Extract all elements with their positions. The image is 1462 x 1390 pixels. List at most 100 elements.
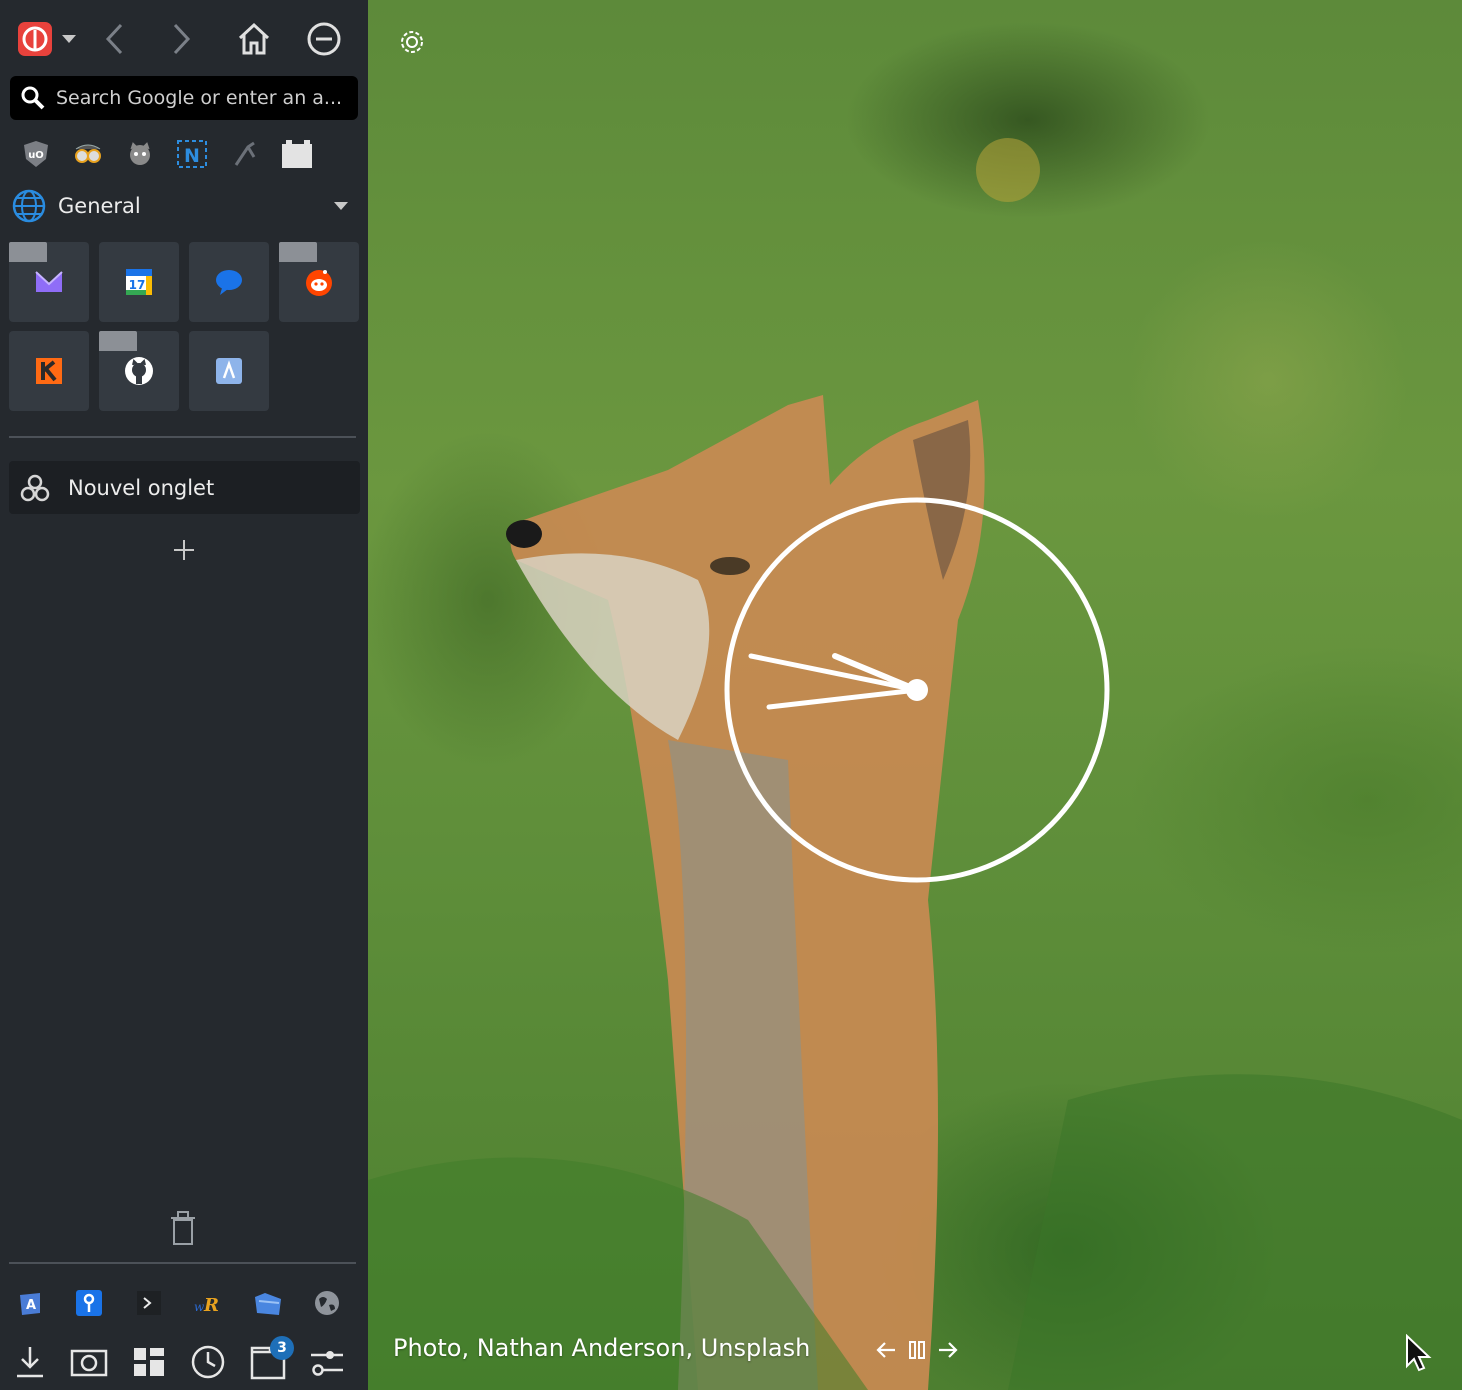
forward-button[interactable]: [166, 20, 198, 58]
reddit-icon: [306, 270, 332, 296]
tab-title: Nouvel onglet: [68, 475, 215, 500]
speed-dial-github[interactable]: [99, 331, 179, 411]
vivaldi-tab-icon: [20, 474, 50, 501]
speed-dial-reddit[interactable]: [279, 242, 359, 322]
minimize-button[interactable]: [304, 20, 344, 58]
svg-text:17: 17: [129, 278, 146, 292]
new-tab-button[interactable]: [168, 534, 200, 566]
dashboard-button[interactable]: [129, 1342, 169, 1382]
svg-text:A: A: [26, 1298, 36, 1313]
tool-icon: [234, 141, 256, 166]
tabs-button[interactable]: 3: [248, 1336, 294, 1382]
kagi-icon: [36, 358, 62, 384]
translate-button[interactable]: A: [10, 1283, 50, 1323]
screenshot-icon: [70, 1349, 108, 1377]
gear-icon: [401, 31, 423, 53]
start-page: Photo, Nathan Anderson, Unsplash: [368, 0, 1462, 1390]
pause-background-button[interactable]: [904, 1336, 930, 1364]
chevron-down-icon: [334, 202, 348, 210]
svg-text:uO: uO: [28, 150, 44, 161]
arrow-right-icon: [939, 1342, 958, 1358]
workspace-selector[interactable]: General: [12, 188, 358, 224]
spy-extension-button[interactable]: [72, 138, 104, 170]
speed-dial-app[interactable]: [189, 331, 269, 411]
history-icon: [191, 1345, 225, 1379]
tabs-count-badge: 3: [270, 1336, 294, 1360]
search-input[interactable]: [54, 86, 353, 110]
settings-sliders-icon: [311, 1351, 343, 1376]
chat-icon: [216, 270, 242, 295]
terminal-button[interactable]: [129, 1283, 169, 1323]
password-icon: [76, 1290, 102, 1316]
pause-icon: [909, 1341, 925, 1359]
downloads-button[interactable]: [10, 1342, 50, 1382]
home-icon: [238, 22, 270, 55]
notion-icon: N: [177, 140, 207, 168]
divider: [9, 436, 356, 438]
speed-dial-proton-mail[interactable]: [9, 242, 89, 322]
downloads-icon: [17, 1347, 43, 1378]
globe-button[interactable]: [307, 1283, 347, 1323]
speed-dial-calendar[interactable]: 17: [99, 242, 179, 322]
clock-hand-hour: [766, 687, 920, 710]
clock-hand-minute: [748, 653, 920, 693]
next-background-button[interactable]: [934, 1336, 962, 1364]
workspace-label: General: [58, 194, 141, 218]
analog-clock: [724, 497, 1110, 883]
tab-flag: [279, 242, 317, 262]
clock-hand-second: [832, 653, 920, 693]
trash-icon: [171, 1211, 195, 1245]
app-menu-button[interactable]: [14, 20, 82, 58]
wordreference-icon: wR: [194, 1295, 219, 1316]
divider: [9, 1262, 356, 1264]
files-button[interactable]: [248, 1283, 288, 1323]
back-button[interactable]: [98, 20, 130, 58]
settings-sliders-button[interactable]: [307, 1342, 347, 1382]
trash-button[interactable]: [165, 1208, 201, 1248]
tab-flag: [9, 242, 47, 262]
speed-dial-kagi[interactable]: [9, 331, 89, 411]
cat-extension-button[interactable]: [124, 138, 156, 170]
history-button[interactable]: [188, 1342, 228, 1382]
previous-background-button[interactable]: [872, 1336, 900, 1364]
plus-icon: [174, 540, 194, 560]
app-menu-icon: [18, 22, 76, 56]
calendar-icon: 17: [126, 269, 152, 295]
spy-glasses-icon: [75, 144, 101, 163]
forward-icon: [173, 23, 191, 55]
sidebar: uO N General 17: [0, 0, 368, 1390]
arrow-left-icon: [876, 1342, 895, 1358]
globe-icon: [315, 1291, 339, 1315]
photo-credit[interactable]: Photo, Nathan Anderson, Unsplash: [393, 1334, 810, 1362]
terminal-icon: [137, 1291, 161, 1315]
tabs-count: 3: [277, 1340, 287, 1356]
minimize-icon: [307, 22, 341, 56]
notion-extension-button[interactable]: N: [176, 138, 208, 170]
tab-flag: [99, 331, 137, 351]
wordreference-button[interactable]: wR: [188, 1283, 228, 1323]
password-button[interactable]: [69, 1283, 109, 1323]
cat-icon: [130, 142, 150, 165]
plugin-extension-button[interactable]: [280, 138, 312, 170]
home-button[interactable]: [234, 20, 274, 58]
ublock-button[interactable]: uO: [20, 138, 52, 170]
clock-center: [906, 679, 928, 701]
translate-icon: A: [20, 1293, 40, 1315]
globe-workspace-icon: [12, 189, 46, 223]
tool-extension-button[interactable]: [228, 138, 260, 170]
settings-gear-button[interactable]: [396, 26, 428, 58]
screenshot-button[interactable]: [69, 1342, 109, 1382]
mouse-cursor-icon: [1406, 1334, 1432, 1372]
search-bar[interactable]: [10, 76, 358, 120]
files-icon: [255, 1293, 281, 1315]
svg-text:N: N: [184, 145, 200, 167]
search-icon: [21, 86, 45, 110]
tab-item-nouvel-onglet[interactable]: Nouvel onglet: [9, 461, 360, 514]
dashboard-icon: [134, 1348, 164, 1376]
back-icon: [105, 23, 123, 55]
speed-dial-chat[interactable]: [189, 242, 269, 322]
github-icon: [125, 357, 153, 385]
ublock-icon: uO: [24, 141, 48, 167]
proton-mail-icon: [35, 271, 63, 292]
app-icon: [216, 358, 242, 384]
